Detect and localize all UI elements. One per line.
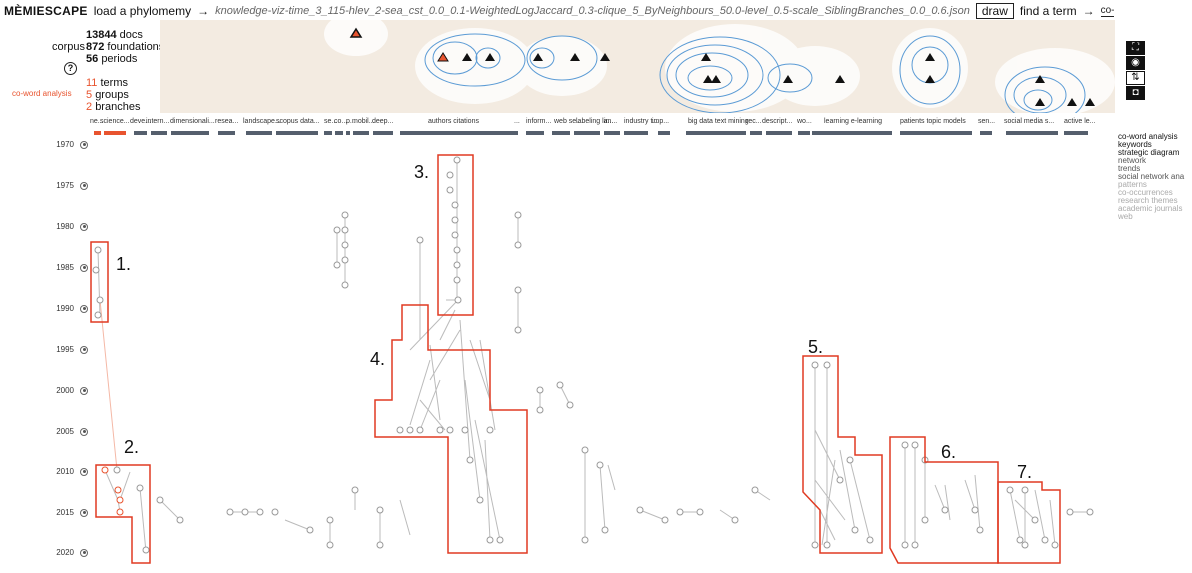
callout-4: 4. [370,349,386,369]
callout-7: 7. [1017,462,1033,482]
graph-nodes [92,156,1094,554]
callout-2: 2. [124,437,140,457]
region-2 [95,464,151,564]
region-7 [997,481,1061,564]
callout-5: 5. [808,337,824,357]
graph-edges [97,160,1090,553]
phylomemy-graph[interactable] [0,0,1192,573]
callout-3: 3. [414,162,430,182]
callout-6: 6. [941,442,957,462]
callout-1: 1. [116,254,132,274]
